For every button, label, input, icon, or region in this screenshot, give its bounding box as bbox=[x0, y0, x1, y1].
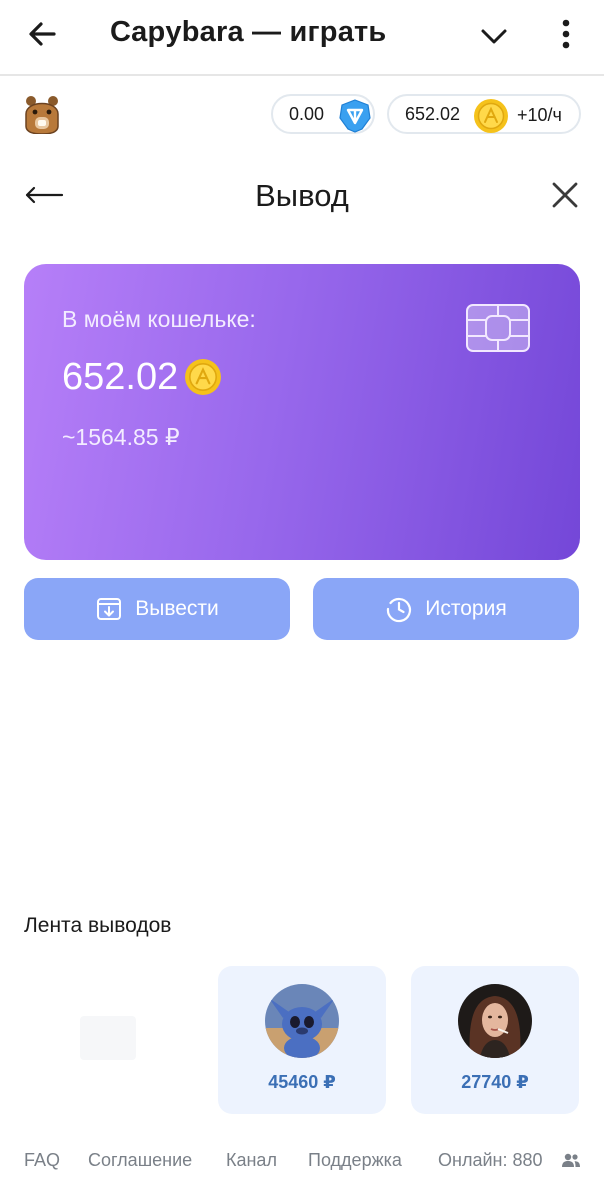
close-icon[interactable] bbox=[550, 180, 580, 210]
gold-coin-icon bbox=[185, 359, 221, 395]
withdraw-button-label: Вывести bbox=[135, 597, 219, 620]
page-title: Вывод bbox=[255, 178, 349, 213]
history-button[interactable]: История bbox=[313, 578, 579, 640]
footer-link-agreement[interactable]: Соглашение bbox=[88, 1150, 192, 1171]
card-chip-icon bbox=[466, 304, 530, 352]
feed-card[interactable]: 45460 ₽ bbox=[218, 966, 386, 1114]
wallet-amount: 652.02 bbox=[62, 356, 179, 398]
more-vertical-icon[interactable] bbox=[554, 16, 578, 52]
user-avatar bbox=[265, 984, 339, 1058]
feed-title: Лента выводов bbox=[24, 914, 172, 937]
wallet-rub-equivalent: ~1564.85 ₽ bbox=[62, 424, 180, 450]
balance-header: 0.00 652.02 +10/ч bbox=[0, 80, 604, 150]
users-icon bbox=[562, 1153, 580, 1167]
footer-link-channel[interactable]: Канал bbox=[226, 1150, 277, 1171]
gold-coin-icon bbox=[474, 99, 508, 133]
ton-balance-value: 0.00 bbox=[289, 103, 325, 124]
app-topbar: Capybara — играть bbox=[0, 0, 604, 76]
wallet-label: В моём кошельке: bbox=[62, 306, 256, 332]
coin-balance-pill[interactable]: 652.02 +10/ч bbox=[387, 94, 581, 134]
feed-card[interactable]: 27740 ₽ bbox=[411, 966, 579, 1114]
feed-card-placeholder bbox=[24, 966, 192, 1114]
footer-link-faq[interactable]: FAQ bbox=[24, 1150, 60, 1171]
ton-icon bbox=[339, 99, 371, 133]
user-avatar bbox=[458, 984, 532, 1058]
long-arrow-left-icon[interactable] bbox=[24, 180, 64, 210]
withdraw-icon bbox=[97, 598, 122, 620]
feed-amount: 27740 ₽ bbox=[461, 1072, 529, 1092]
back-arrow-icon[interactable] bbox=[24, 16, 60, 52]
chevron-down-icon[interactable] bbox=[478, 20, 510, 52]
clock-icon bbox=[387, 598, 412, 623]
withdraw-button[interactable]: Вывести bbox=[24, 578, 290, 640]
online-counter: Онлайн: 880 bbox=[438, 1150, 543, 1170]
feed-amount: 45460 ₽ bbox=[268, 1072, 336, 1092]
ton-balance-pill[interactable]: 0.00 bbox=[271, 94, 375, 134]
app-title: Capybara — играть bbox=[110, 16, 387, 48]
history-button-label: История bbox=[425, 597, 507, 620]
loading-placeholder bbox=[80, 1016, 136, 1060]
income-rate: +10/ч bbox=[517, 105, 562, 125]
footer-link-support[interactable]: Поддержка bbox=[308, 1150, 402, 1171]
withdraw-title-row: Вывод bbox=[0, 170, 604, 222]
capybara-logo-icon[interactable] bbox=[22, 92, 62, 134]
wallet-card: В моём кошельке: 652.02 ~1564.85 ₽ bbox=[24, 264, 580, 560]
coin-balance-value: 652.02 bbox=[405, 103, 461, 124]
footer: FAQ Соглашение Канал Поддержка Онлайн: 8… bbox=[0, 1146, 604, 1176]
